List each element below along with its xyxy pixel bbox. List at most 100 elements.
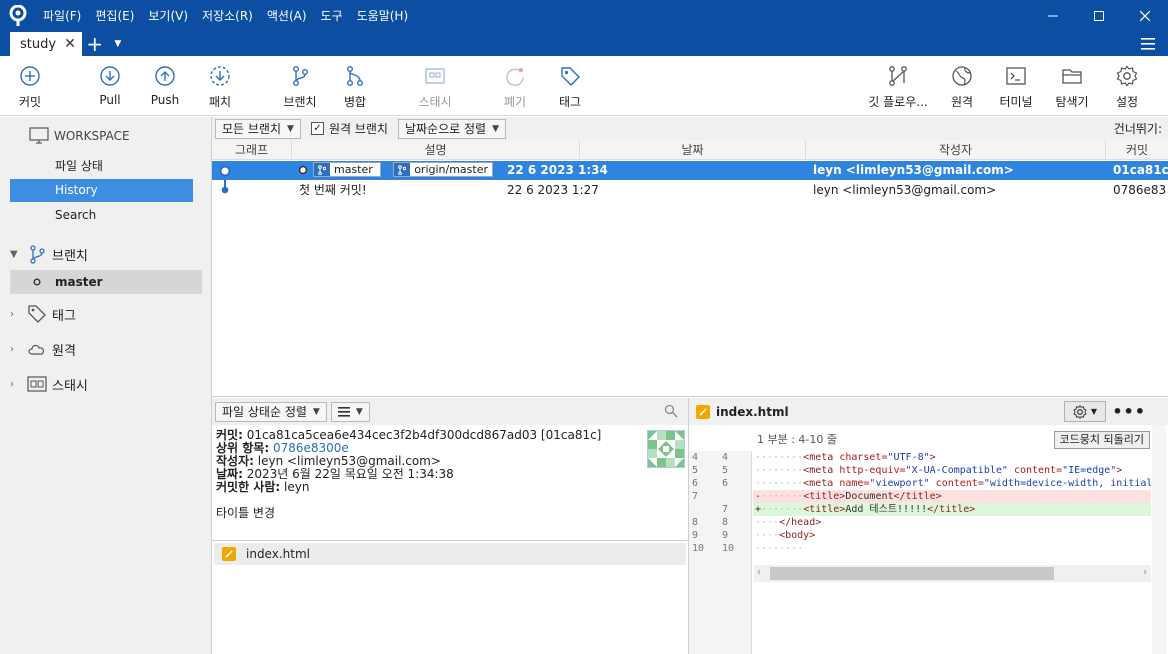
table-row[interactable]: master origin/master 22 6 2023 1:34 leyn… xyxy=(212,161,1168,180)
pull-button[interactable]: Pull xyxy=(80,64,140,112)
head-marker-icon xyxy=(298,162,308,181)
globe-icon xyxy=(950,64,974,88)
sidebar-group-remotes[interactable]: › 원격 xyxy=(10,337,76,361)
git-flow-icon xyxy=(886,64,910,88)
discard-button[interactable]: 폐기 xyxy=(485,64,545,112)
hamburger-menu-icon[interactable] xyxy=(1138,34,1158,54)
diff-options-button[interactable]: ▼ xyxy=(1064,401,1106,422)
modified-file-icon xyxy=(222,547,236,561)
hunk-header: 1 부분 : 4-10 줄 코드뭉치 되돌리기 xyxy=(689,427,1168,451)
sidebar-group-branches[interactable]: ▼ 브랜치 xyxy=(10,242,88,266)
table-row[interactable]: 첫 번째 커밋! 22 6 2023 1:27 leyn <limleyn53@… xyxy=(212,181,1168,200)
menu-actions[interactable]: 액션(A) xyxy=(260,0,314,32)
cloud-icon xyxy=(26,339,48,359)
sidebar-branch-master[interactable]: master xyxy=(10,270,202,294)
chevron-right-icon: › xyxy=(10,378,14,390)
commit-date: 22 6 2023 1:27 xyxy=(507,183,599,197)
close-tab-icon[interactable]: ✕ xyxy=(64,36,76,52)
list-icon xyxy=(337,406,350,417)
diff-view: 1 부분 : 4-10 줄 코드뭉치 되돌리기 4 4 ········<meta … xyxy=(689,425,1168,654)
view-mode-dropdown[interactable]: ▼ xyxy=(330,401,370,422)
branch-icon xyxy=(314,163,330,176)
merge-icon xyxy=(343,64,367,88)
diff-line: 4 4 ········<meta charset="UTF-8"> xyxy=(692,452,936,463)
menu-repository[interactable]: 저장소(R) xyxy=(195,0,260,32)
stash-button[interactable]: 스태시 xyxy=(405,64,465,112)
explorer-button[interactable]: 탐색기 xyxy=(1042,64,1102,112)
sidebar-group-stashes[interactable]: › 스태시 xyxy=(10,372,88,396)
horizontal-scrollbar[interactable]: ‹ › xyxy=(754,565,1151,582)
chevron-down-icon: ▼ xyxy=(287,123,294,134)
tab-bar: study ✕ + ▼ xyxy=(0,32,1168,56)
diff-line-removed: 7 -·······<title>Document</title> xyxy=(689,490,1151,503)
remote-button[interactable]: 원격 xyxy=(932,64,992,112)
file-sort-dropdown[interactable]: 파일 상태순 정렬 ▼ xyxy=(215,401,327,422)
modified-file-icon xyxy=(696,404,710,419)
push-button[interactable]: Push xyxy=(135,64,195,112)
maximize-button[interactable] xyxy=(1076,0,1122,32)
merge-button[interactable]: 병합 xyxy=(325,64,385,112)
remote-branches-checkbox[interactable]: ✓ 원격 브랜치 xyxy=(310,120,388,137)
terminal-button[interactable]: 터미널 xyxy=(986,64,1046,112)
workspace-header: WORKSPACE xyxy=(29,127,130,145)
diff-line: 8 8 ····</head> xyxy=(692,517,822,528)
sidebar-item-file-status[interactable]: 파일 상태 xyxy=(10,155,193,178)
commit-author: leyn <limleyn53@gmail.com> xyxy=(813,183,997,197)
commit-hash: 01ca81c xyxy=(1113,163,1168,177)
git-flow-button[interactable]: 깃 플로우... xyxy=(868,64,928,112)
vertical-scrollbar[interactable] xyxy=(1152,425,1166,654)
commit-button[interactable]: 커밋 xyxy=(0,64,60,112)
scroll-left-icon[interactable]: ‹ xyxy=(757,567,761,578)
changed-files-list: index.html xyxy=(212,540,689,654)
tag-icon xyxy=(26,304,48,324)
parent-commit-link[interactable]: 0786e8300e xyxy=(273,441,349,455)
column-header-description[interactable]: 설명 xyxy=(292,140,580,160)
more-options-icon[interactable]: ••• xyxy=(1112,402,1146,421)
stash-icon xyxy=(26,374,48,394)
ref-label-master[interactable]: master xyxy=(313,162,381,177)
branch-icon xyxy=(394,163,411,176)
settings-button[interactable]: 설정 xyxy=(1097,64,1157,112)
column-header-commit[interactable]: 커밋 xyxy=(1106,140,1168,160)
sidebar-item-history[interactable]: History xyxy=(10,179,193,202)
list-item[interactable]: index.html xyxy=(214,543,686,565)
fetch-button[interactable]: 패치 xyxy=(190,64,250,112)
title-bar: 파일(F) 편집(E) 보기(V) 저장소(R) 액션(A) 도구 도움말(H) xyxy=(0,0,1168,32)
chevron-down-icon[interactable]: ▼ xyxy=(108,32,128,56)
ref-label-origin-master[interactable]: origin/master xyxy=(393,162,494,177)
tab-study[interactable]: study ✕ xyxy=(10,32,82,56)
menu-file[interactable]: 파일(F) xyxy=(36,0,88,32)
sourcetree-logo-icon xyxy=(0,0,36,32)
tag-button[interactable]: 태그 xyxy=(540,64,600,112)
sort-order-dropdown[interactable]: 날짜순으로 정렬 ▼ xyxy=(397,118,506,139)
window-controls xyxy=(1030,0,1168,32)
sidebar-group-tags[interactable]: › 태그 xyxy=(10,302,76,326)
column-header-graph[interactable]: 그래프 xyxy=(212,140,292,160)
commit-node-icon xyxy=(221,186,229,194)
revert-hunk-button[interactable]: 코드뭉치 되돌리기 xyxy=(1053,431,1150,449)
menu-view[interactable]: 보기(V) xyxy=(141,0,195,32)
search-icon[interactable] xyxy=(664,404,678,421)
menu-help[interactable]: 도움말(H) xyxy=(350,0,416,32)
avatar xyxy=(647,430,685,468)
scroll-right-icon[interactable]: › xyxy=(1143,567,1147,578)
branch-icon xyxy=(26,244,48,264)
commit-message: 타이틀 변경 xyxy=(216,506,276,520)
close-button[interactable] xyxy=(1122,0,1168,32)
diff-line-added: 7 +·······<title>Add 테스트!!!!!</title> xyxy=(689,503,1151,516)
menu-edit[interactable]: 편집(E) xyxy=(88,0,141,32)
menu-tools[interactable]: 도구 xyxy=(314,0,350,32)
commit-details-panel: 커밋: 01ca81ca5cea6e434cec3f2b4df300dcd867… xyxy=(212,425,689,540)
tab-label: study xyxy=(20,36,57,52)
minimize-button[interactable] xyxy=(1030,0,1076,32)
scrollbar-thumb[interactable] xyxy=(770,567,1054,580)
branch-button[interactable]: 브랜치 xyxy=(270,64,330,112)
sidebar-item-search[interactable]: Search xyxy=(10,204,193,227)
add-tab-icon[interactable]: + xyxy=(82,32,108,56)
gear-icon xyxy=(1115,64,1139,88)
column-header-author[interactable]: 작성자 xyxy=(806,140,1106,160)
menu-bar: 파일(F) 편집(E) 보기(V) 저장소(R) 액션(A) 도구 도움말(H) xyxy=(36,0,415,32)
branch-filter-dropdown[interactable]: 모든 브랜치 ▼ xyxy=(215,118,301,139)
column-header-date[interactable]: 날짜 xyxy=(580,140,806,160)
diff-line: 6 6 ········<meta name="viewport" content=… xyxy=(692,478,1151,489)
